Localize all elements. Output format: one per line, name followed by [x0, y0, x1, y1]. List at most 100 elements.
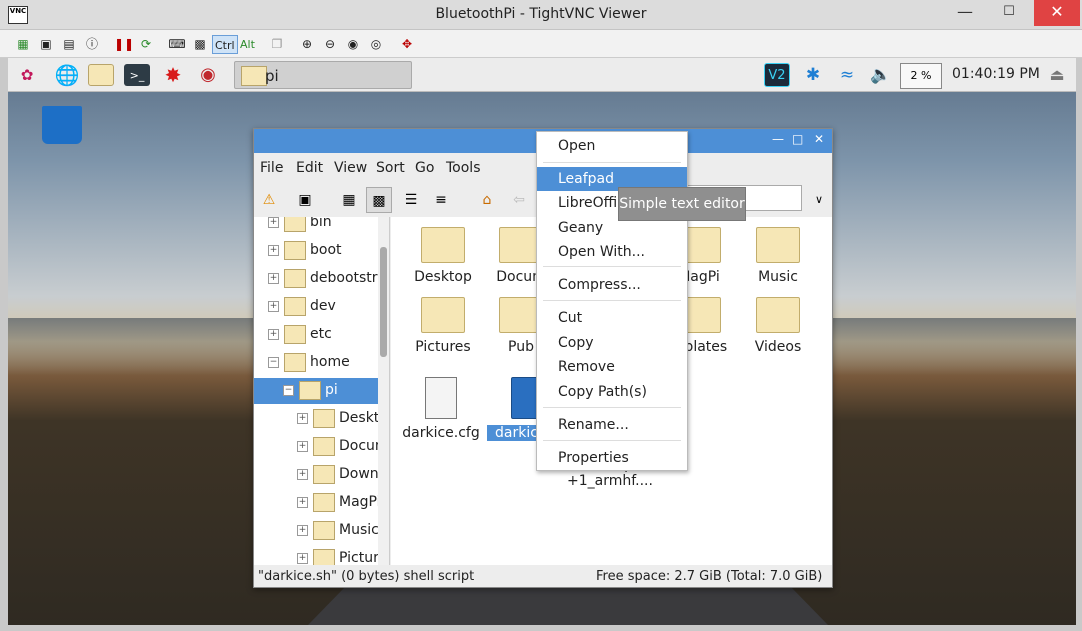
- context-menu-item[interactable]: Open With...: [537, 240, 687, 264]
- vnc-server-icon[interactable]: V2: [764, 63, 790, 87]
- menu-file[interactable]: File: [260, 160, 283, 176]
- expander-icon[interactable]: +: [297, 441, 308, 452]
- tree-item[interactable]: + Documents: [254, 434, 378, 460]
- save-icon[interactable]: ▣: [37, 35, 55, 53]
- context-menu-item[interactable]: Copy: [537, 331, 687, 355]
- volume-icon[interactable]: 🔈: [868, 63, 894, 87]
- eject-icon[interactable]: ⏏: [1044, 63, 1070, 87]
- compact-view-icon[interactable]: ☰: [398, 187, 424, 213]
- context-menu-item[interactable]: Compress...: [537, 273, 687, 297]
- fm-minimize-button[interactable]: —: [772, 132, 784, 146]
- thumbnail-view-icon[interactable]: ▦: [336, 187, 362, 213]
- menu-edit[interactable]: Edit: [296, 160, 323, 176]
- close-button[interactable]: ✕: [1034, 0, 1080, 26]
- expander-icon[interactable]: +: [268, 329, 279, 340]
- menu-tools[interactable]: Tools: [446, 160, 481, 176]
- bluetooth-icon[interactable]: ✱: [800, 63, 826, 87]
- tree-item-label: dev: [310, 298, 336, 314]
- file-manager-icon[interactable]: [88, 64, 114, 86]
- expander-icon[interactable]: +: [268, 301, 279, 312]
- vnc-title-bar: VNC BluetoothPi - TightVNC Viewer — ☐ ✕: [0, 0, 1082, 30]
- cpu-monitor[interactable]: 2 %: [900, 63, 942, 89]
- context-menu-item[interactable]: Properties: [537, 446, 687, 470]
- folder-item[interactable]: Music: [738, 227, 818, 285]
- folder-icon: [313, 437, 335, 456]
- folder-item[interactable]: Pictures: [403, 297, 483, 355]
- web-browser-icon[interactable]: 🌐: [54, 63, 80, 87]
- menu-view[interactable]: View: [334, 160, 367, 176]
- zoom-in-icon[interactable]: ⊕: [298, 35, 316, 53]
- tree-item[interactable]: + etc: [254, 322, 378, 348]
- tree-item-label: bin: [310, 217, 332, 230]
- tree-item[interactable]: − pi: [254, 378, 378, 404]
- expander-icon[interactable]: +: [268, 273, 279, 284]
- tree-item[interactable]: + boot: [254, 238, 378, 264]
- icon-view-icon[interactable]: ▩: [366, 187, 392, 213]
- fm-close-button[interactable]: ✕: [814, 132, 824, 146]
- taskbar-button-pi[interactable]: pi: [234, 61, 412, 89]
- expander-icon[interactable]: +: [268, 217, 279, 228]
- new-window-icon[interactable]: ▣: [292, 187, 318, 213]
- expander-icon[interactable]: +: [297, 525, 308, 536]
- options-icon[interactable]: ▤: [60, 35, 78, 53]
- ctrl-alt-del-icon[interactable]: ⌨: [168, 35, 186, 53]
- new-connection-icon[interactable]: ▦: [14, 35, 32, 53]
- tree-scrollbar[interactable]: [378, 217, 389, 565]
- panel-clock[interactable]: 01:40:19 PM: [952, 66, 1040, 82]
- expander-icon[interactable]: +: [297, 553, 308, 564]
- tree-item[interactable]: + Desktop: [254, 406, 378, 432]
- home-icon[interactable]: ⌂: [474, 187, 500, 213]
- scroll-thumb[interactable]: [380, 247, 387, 357]
- back-icon[interactable]: ⇦: [506, 187, 532, 213]
- tree-item[interactable]: + Pictures: [254, 546, 378, 565]
- tree-item-label: Documents: [339, 438, 378, 454]
- wolfram-icon[interactable]: ◉: [195, 63, 221, 87]
- tree-item[interactable]: + bin: [254, 217, 378, 236]
- context-menu-item[interactable]: Remove: [537, 355, 687, 379]
- ctrl-key-toggle[interactable]: Ctrl: [212, 35, 238, 54]
- tree-item[interactable]: + debootstrap: [254, 266, 378, 292]
- tree-item[interactable]: + Downloads: [254, 462, 378, 488]
- zoom-fit-icon[interactable]: ◎: [367, 35, 385, 53]
- context-menu-item[interactable]: Open: [537, 134, 687, 158]
- expander-icon[interactable]: +: [297, 413, 308, 424]
- win-key-icon[interactable]: ▩: [191, 35, 209, 53]
- list-view-icon[interactable]: ≡: [428, 187, 454, 213]
- raspberry-menu-icon[interactable]: ✿: [14, 63, 40, 87]
- file-item[interactable]: darkice.cfg: [401, 377, 481, 441]
- tree-item[interactable]: + MagPi: [254, 490, 378, 516]
- alt-key-toggle[interactable]: Alt: [238, 35, 257, 54]
- folder-item[interactable]: Desktop: [403, 227, 483, 285]
- tree-item[interactable]: − home: [254, 350, 378, 376]
- tree-item-label: Music: [339, 522, 378, 538]
- info-icon[interactable]: ⓘ: [83, 35, 101, 53]
- expander-icon[interactable]: +: [297, 497, 308, 508]
- context-menu-item[interactable]: Copy Path(s): [537, 380, 687, 404]
- tree-item[interactable]: + Music: [254, 518, 378, 544]
- clipboard-icon[interactable]: ❐: [268, 35, 286, 53]
- expander-icon[interactable]: −: [268, 357, 279, 368]
- minimize-button[interactable]: —: [950, 0, 980, 26]
- context-menu-item[interactable]: Rename...: [537, 413, 687, 437]
- chevron-down-icon[interactable]: ∨: [806, 187, 832, 213]
- fullscreen-icon[interactable]: ✥: [398, 35, 416, 53]
- trash-desktop-icon[interactable]: [42, 106, 82, 144]
- mathematica-icon[interactable]: ✸: [160, 63, 186, 87]
- pause-icon[interactable]: ❚❚: [114, 35, 134, 53]
- terminal-icon[interactable]: >_: [124, 64, 150, 86]
- menu-go[interactable]: Go: [415, 160, 434, 176]
- context-menu-item[interactable]: Cut: [537, 306, 687, 330]
- zoom-out-icon[interactable]: ⊖: [321, 35, 339, 53]
- expander-icon[interactable]: −: [283, 385, 294, 396]
- fm-maximize-button[interactable]: □: [792, 132, 803, 146]
- expander-icon[interactable]: +: [268, 245, 279, 256]
- tree-item[interactable]: + dev: [254, 294, 378, 320]
- folder-item[interactable]: Videos: [738, 297, 818, 355]
- maximize-button[interactable]: ☐: [994, 0, 1024, 26]
- menu-sort[interactable]: Sort: [376, 160, 405, 176]
- expander-icon[interactable]: +: [297, 469, 308, 480]
- zoom-100-icon[interactable]: ◉: [344, 35, 362, 53]
- refresh-icon[interactable]: ⟳: [137, 35, 155, 53]
- item-label: Pictures: [415, 339, 471, 355]
- wifi-icon[interactable]: ≈: [834, 63, 860, 87]
